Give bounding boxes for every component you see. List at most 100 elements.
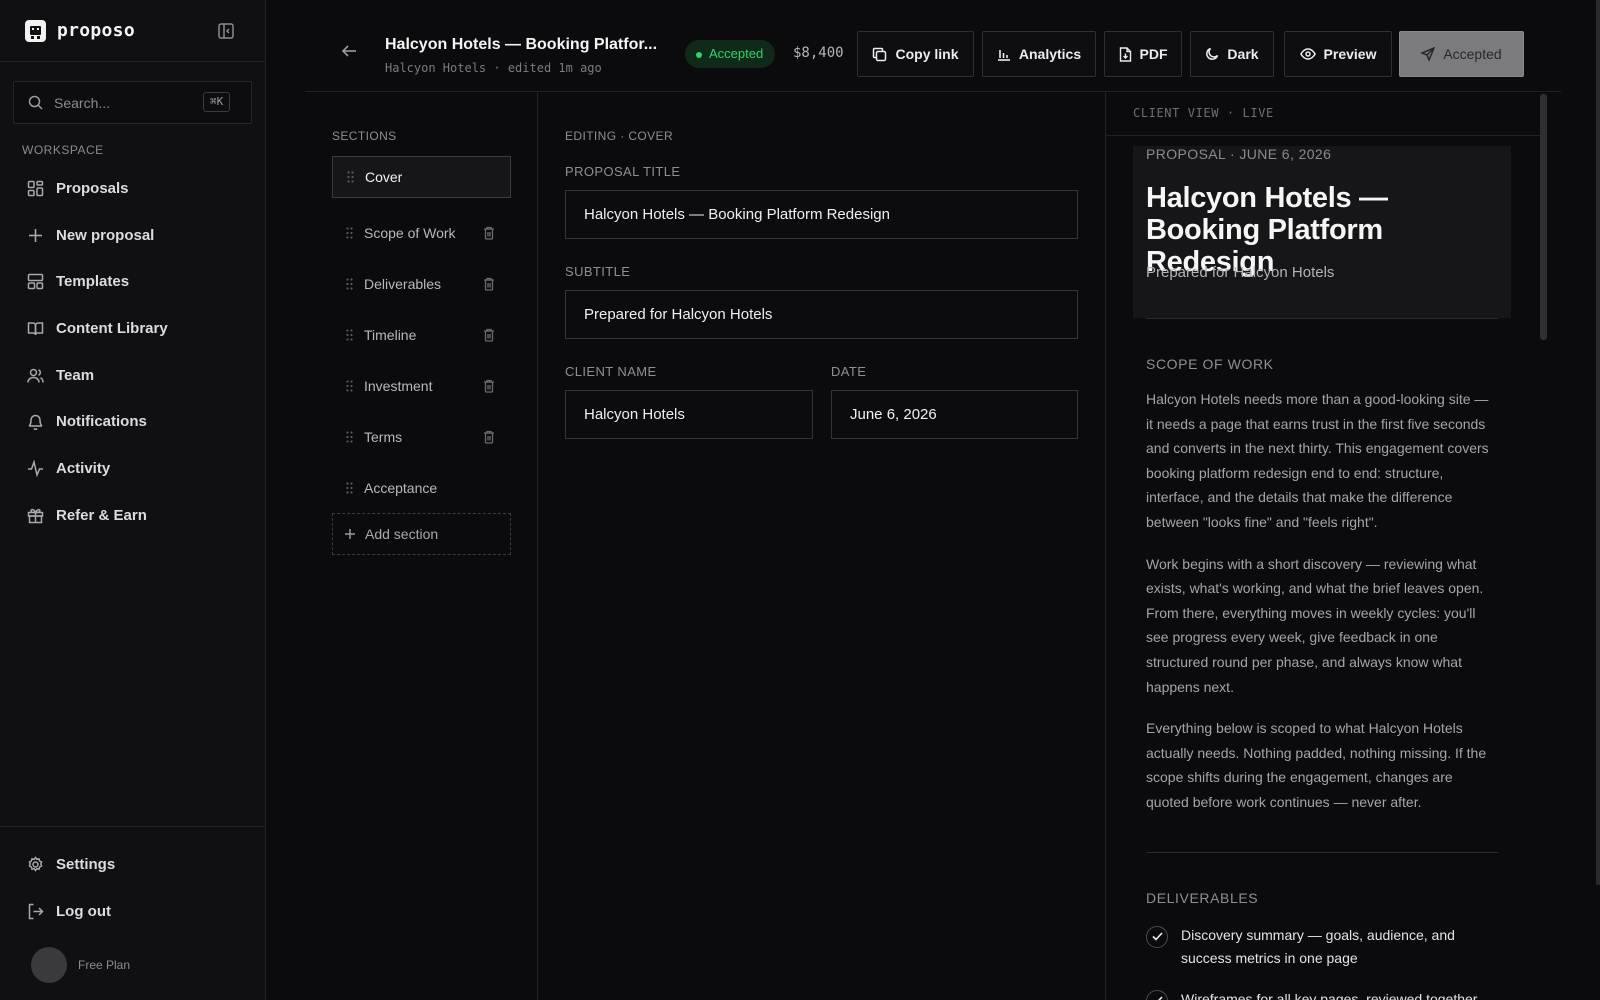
trash-icon[interactable]	[483, 226, 495, 240]
check-icon	[1146, 925, 1168, 948]
moon-icon	[1206, 47, 1219, 60]
sidebar-item-proposals[interactable]: Proposals	[0, 165, 266, 212]
page-scrollbar[interactable]	[1596, 0, 1600, 885]
editor-label: EDITING · COVER	[565, 129, 674, 143]
proposal-title-input[interactable]	[565, 190, 1078, 239]
proposal-title-label: PROPOSAL TITLE	[565, 164, 681, 179]
template-icon	[27, 273, 44, 290]
date-input[interactable]	[831, 390, 1078, 439]
back-arrow-icon[interactable]	[341, 44, 357, 58]
drag-handle-icon[interactable]	[346, 277, 353, 290]
book-icon	[27, 320, 44, 337]
preview-button[interactable]: Preview	[1284, 31, 1392, 77]
trash-icon[interactable]	[483, 328, 495, 342]
preview-cover: PROPOSAL · JUNE 6, 2026 Halcyon Hotels —…	[1133, 146, 1511, 318]
preview-header: CLIENT VIEW · LIVE	[1106, 92, 1542, 136]
sections-label: SECTIONS	[332, 129, 397, 143]
section-item-terms[interactable]: Terms	[332, 411, 511, 462]
drag-handle-icon[interactable]	[346, 328, 353, 341]
avatar[interactable]	[31, 947, 67, 983]
drag-handle-icon[interactable]	[346, 430, 353, 443]
dark-mode-button[interactable]: Dark	[1190, 31, 1274, 77]
subtitle-input[interactable]	[565, 290, 1078, 339]
sidebar-item-notifications[interactable]: Notifications	[0, 398, 266, 445]
analytics-label: Analytics	[1018, 46, 1082, 62]
section-item-acceptance[interactable]: Acceptance	[332, 462, 511, 513]
status-badge: Accepted	[685, 40, 776, 68]
trash-icon[interactable]	[483, 379, 495, 393]
sidebar-nav: Proposals New proposal Templates Content…	[0, 165, 266, 539]
search-shortcut: ⌘K	[203, 92, 231, 112]
proposal-price: $8,400	[793, 45, 844, 61]
drag-handle-icon[interactable]	[347, 171, 354, 183]
proposal-header: Halcyon Hotels — Booking Platfor... Halc…	[305, 0, 1561, 92]
bell-icon	[27, 413, 44, 431]
eye-icon	[1299, 48, 1316, 60]
analytics-button[interactable]: Analytics	[982, 31, 1096, 77]
sidebar-item-content-library[interactable]: Content Library	[0, 305, 266, 352]
sidebar-item-refer-earn[interactable]: Refer & Earn	[0, 492, 266, 539]
section-item-investment[interactable]: Investment	[332, 360, 511, 411]
client-name-label: CLIENT NAME	[565, 364, 657, 379]
section-item-scope-of-work[interactable]: Scope of Work	[332, 207, 511, 258]
plus-icon	[27, 227, 44, 244]
section-label: Scope of Work	[364, 224, 456, 241]
copy-icon	[873, 47, 887, 61]
client-preview-panel: CLIENT VIEW · LIVE PROPOSAL · JUNE 6, 20…	[1106, 92, 1542, 1000]
sidebar-item-templates[interactable]: Templates	[0, 258, 266, 305]
sidebar-item-label: Team	[56, 366, 95, 384]
section-label: Investment	[364, 377, 433, 394]
client-name-input[interactable]	[565, 390, 813, 439]
add-section-button[interactable]: Add section	[332, 513, 511, 555]
user-profile[interactable]: Free Plan	[31, 947, 130, 983]
drag-handle-icon[interactable]	[346, 226, 353, 239]
app-name: proposo	[57, 20, 135, 41]
sidebar-item-label: Content Library	[56, 319, 168, 337]
sidebar-item-logout[interactable]: Log out	[0, 888, 266, 935]
section-item-cover[interactable]: Cover	[332, 156, 511, 198]
section-item-timeline[interactable]: Timeline	[332, 309, 511, 360]
bar-chart-icon	[997, 50, 1010, 61]
subtitle-label: SUBTITLE	[565, 264, 631, 279]
sidebar-item-label: Refer & Earn	[56, 506, 147, 524]
copy-link-button[interactable]: Copy link	[857, 31, 974, 77]
logo-icon	[25, 20, 46, 42]
scope-paragraph: Work begins with a short discovery — rev…	[1146, 555, 1484, 695]
preview-scrollbar[interactable]	[1540, 94, 1547, 340]
sidebar-item-label: Proposals	[56, 179, 129, 197]
deliverable-item: Discovery summary — goals, audience, and…	[1146, 924, 1498, 970]
search-input[interactable]	[54, 82, 199, 123]
sidebar-item-new-proposal[interactable]: New proposal	[0, 212, 266, 259]
section-item-deliverables[interactable]: Deliverables	[332, 258, 511, 309]
grid-icon	[27, 180, 44, 197]
sections-list: Cover Scope of Work Deliverables Timelin…	[332, 156, 511, 513]
sidebar-item-settings[interactable]: Settings	[0, 841, 266, 888]
plus-icon	[345, 529, 355, 539]
check-icon	[1146, 989, 1168, 1000]
drag-handle-icon[interactable]	[346, 379, 353, 392]
sidebar-item-team[interactable]: Team	[0, 352, 266, 399]
sections-panel: SECTIONS Cover Scope of Work Deliverable…	[305, 92, 538, 1000]
scope-paragraph: Everything below is scoped to what Halcy…	[1146, 720, 1487, 810]
trash-icon[interactable]	[483, 430, 495, 444]
cover-eyebrow: PROPOSAL · JUNE 6, 2026	[1146, 146, 1332, 162]
preview-label: CLIENT VIEW · LIVE	[1133, 106, 1274, 120]
preview-body: SCOPE OF WORK Halcyon Hotels needs more …	[1146, 318, 1498, 1000]
search-box[interactable]: ⌘K	[13, 81, 252, 124]
pdf-button[interactable]: PDF	[1104, 31, 1182, 77]
workspace-label: WORKSPACE	[22, 143, 104, 157]
sidebar-item-activity[interactable]: Activity	[0, 445, 266, 492]
copy-link-label: Copy link	[895, 46, 959, 62]
drag-handle-icon[interactable]	[346, 481, 353, 494]
collapse-sidebar-icon[interactable]	[217, 22, 235, 40]
trash-icon[interactable]	[483, 277, 495, 291]
editor-panel: EDITING · COVER PROPOSAL TITLE SUBTITLE …	[538, 92, 1106, 1000]
sidebar-item-label: Log out	[56, 902, 111, 920]
gift-icon	[27, 507, 44, 524]
sidebar: proposo ⌘K WORKSPACE Proposals New propo…	[0, 0, 266, 1000]
section-label: Terms	[364, 428, 403, 445]
scope-paragraph: Halcyon Hotels needs more than a good-lo…	[1146, 391, 1489, 530]
users-icon	[27, 367, 44, 384]
activity-icon	[27, 459, 44, 477]
accepted-button[interactable]: Accepted	[1399, 31, 1524, 77]
